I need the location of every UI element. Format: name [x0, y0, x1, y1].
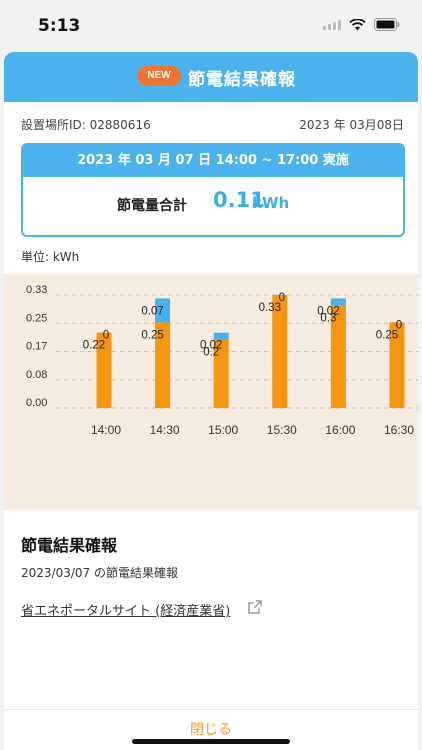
header-title: 節電結果確報	[188, 70, 296, 90]
section-title: 節電結果確報	[21, 536, 118, 555]
data-label: 0.3	[320, 312, 336, 324]
y-tick-label: 0.00	[26, 397, 47, 409]
report-date: 2023 年 03月08日	[299, 118, 404, 132]
data-label: 0.07	[141, 305, 163, 317]
external-link-icon[interactable]	[247, 599, 263, 615]
summary-label: 節電量合計	[117, 198, 187, 214]
header-bar: NEW 節電結果確報	[4, 52, 418, 102]
y-tick-label: 0.17	[26, 341, 47, 353]
x-tick-label: 16:30	[384, 423, 414, 437]
x-tick-label: 16:00	[325, 423, 355, 437]
y-tick-label: 0.33	[26, 284, 47, 296]
section-subtitle: 2023/03/07 の節電結果確報	[21, 566, 178, 580]
status-bar: 5:13	[0, 0, 422, 52]
data-label: 0.22	[83, 340, 105, 352]
footer-divider	[4, 709, 418, 710]
status-time: 5:13	[38, 16, 81, 36]
battery-icon	[374, 18, 400, 31]
savings-chart: 0.00 0.08 0.17 0.25 0.33 0 0.22 14:00 0.07 0.25 14…	[4, 274, 418, 510]
summary-body: 節電量合計 0.11 kWh	[23, 177, 403, 235]
y-tick-label: 0.08	[26, 369, 47, 381]
new-badge: NEW	[137, 66, 181, 86]
x-tick-label: 15:30	[267, 423, 297, 437]
bar-segment	[330, 298, 346, 306]
bar-segment	[213, 332, 229, 340]
portal-site-link[interactable]: 省エネポータルサイト (経済産業省)	[21, 600, 230, 619]
home-indicator	[132, 739, 290, 744]
x-tick-label: 15:00	[208, 423, 238, 437]
data-label: 0.2	[203, 347, 219, 359]
location-id: 設置場所ID: 02880616	[21, 118, 151, 132]
summary-period: 2023 年 03 月 07 日 14:00 ~ 17:00 実施	[23, 145, 403, 177]
report-sheet: NEW 節電結果確報 設置場所ID: 02880616 2023 年 03月08…	[4, 52, 418, 750]
summary-card: 2023 年 03 月 07 日 14:00 ~ 17:00 実施 節電量合計 …	[21, 143, 405, 237]
x-tick-label: 14:00	[91, 423, 121, 437]
unit-label: 単位: kWh	[21, 250, 80, 264]
summary-unit: kWh	[252, 194, 290, 212]
status-icons	[323, 18, 400, 31]
chart-svg: 0.000.080.170.250.3300.2214:000.070.2514…	[26, 284, 418, 437]
data-label: 0.33	[259, 302, 281, 314]
y-tick-label: 0.25	[26, 312, 47, 324]
data-label: 0.25	[376, 329, 398, 341]
x-tick-label: 14:30	[150, 423, 180, 437]
cellular-signal-icon	[323, 19, 341, 30]
data-label: 0.25	[141, 329, 163, 341]
wifi-icon	[349, 18, 366, 31]
